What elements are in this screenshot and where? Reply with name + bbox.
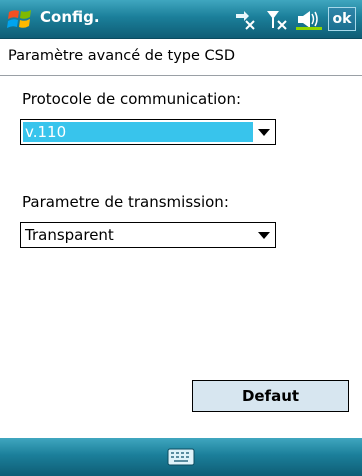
defaut-button[interactable]: Defaut	[192, 380, 349, 412]
protocol-label: Protocole de communication:	[22, 90, 242, 108]
protocol-value: v.110	[23, 122, 253, 142]
bottom-bar	[0, 438, 362, 476]
title-bar: Config. ok	[0, 0, 362, 39]
windows-start-icon[interactable]	[6, 6, 34, 32]
speaker-icon[interactable]	[296, 8, 322, 30]
page-title: Paramètre avancé de type CSD	[8, 48, 236, 64]
app-title: Config.	[40, 8, 100, 26]
transmission-label: Parametre de transmission:	[22, 193, 229, 211]
ok-button[interactable]: ok	[328, 7, 356, 31]
page-header: Paramètre avancé de type CSD	[0, 38, 362, 76]
keyboard-icon[interactable]	[167, 447, 195, 467]
connectivity-icon[interactable]	[232, 8, 258, 30]
transmission-value: Transparent	[25, 226, 114, 244]
transmission-dropdown[interactable]: Transparent	[20, 222, 276, 248]
chevron-down-icon[interactable]	[258, 129, 270, 136]
protocol-dropdown[interactable]: v.110	[20, 119, 276, 145]
chevron-down-icon[interactable]	[258, 232, 270, 239]
signal-off-icon[interactable]	[264, 8, 290, 30]
status-icons: ok	[232, 6, 356, 32]
